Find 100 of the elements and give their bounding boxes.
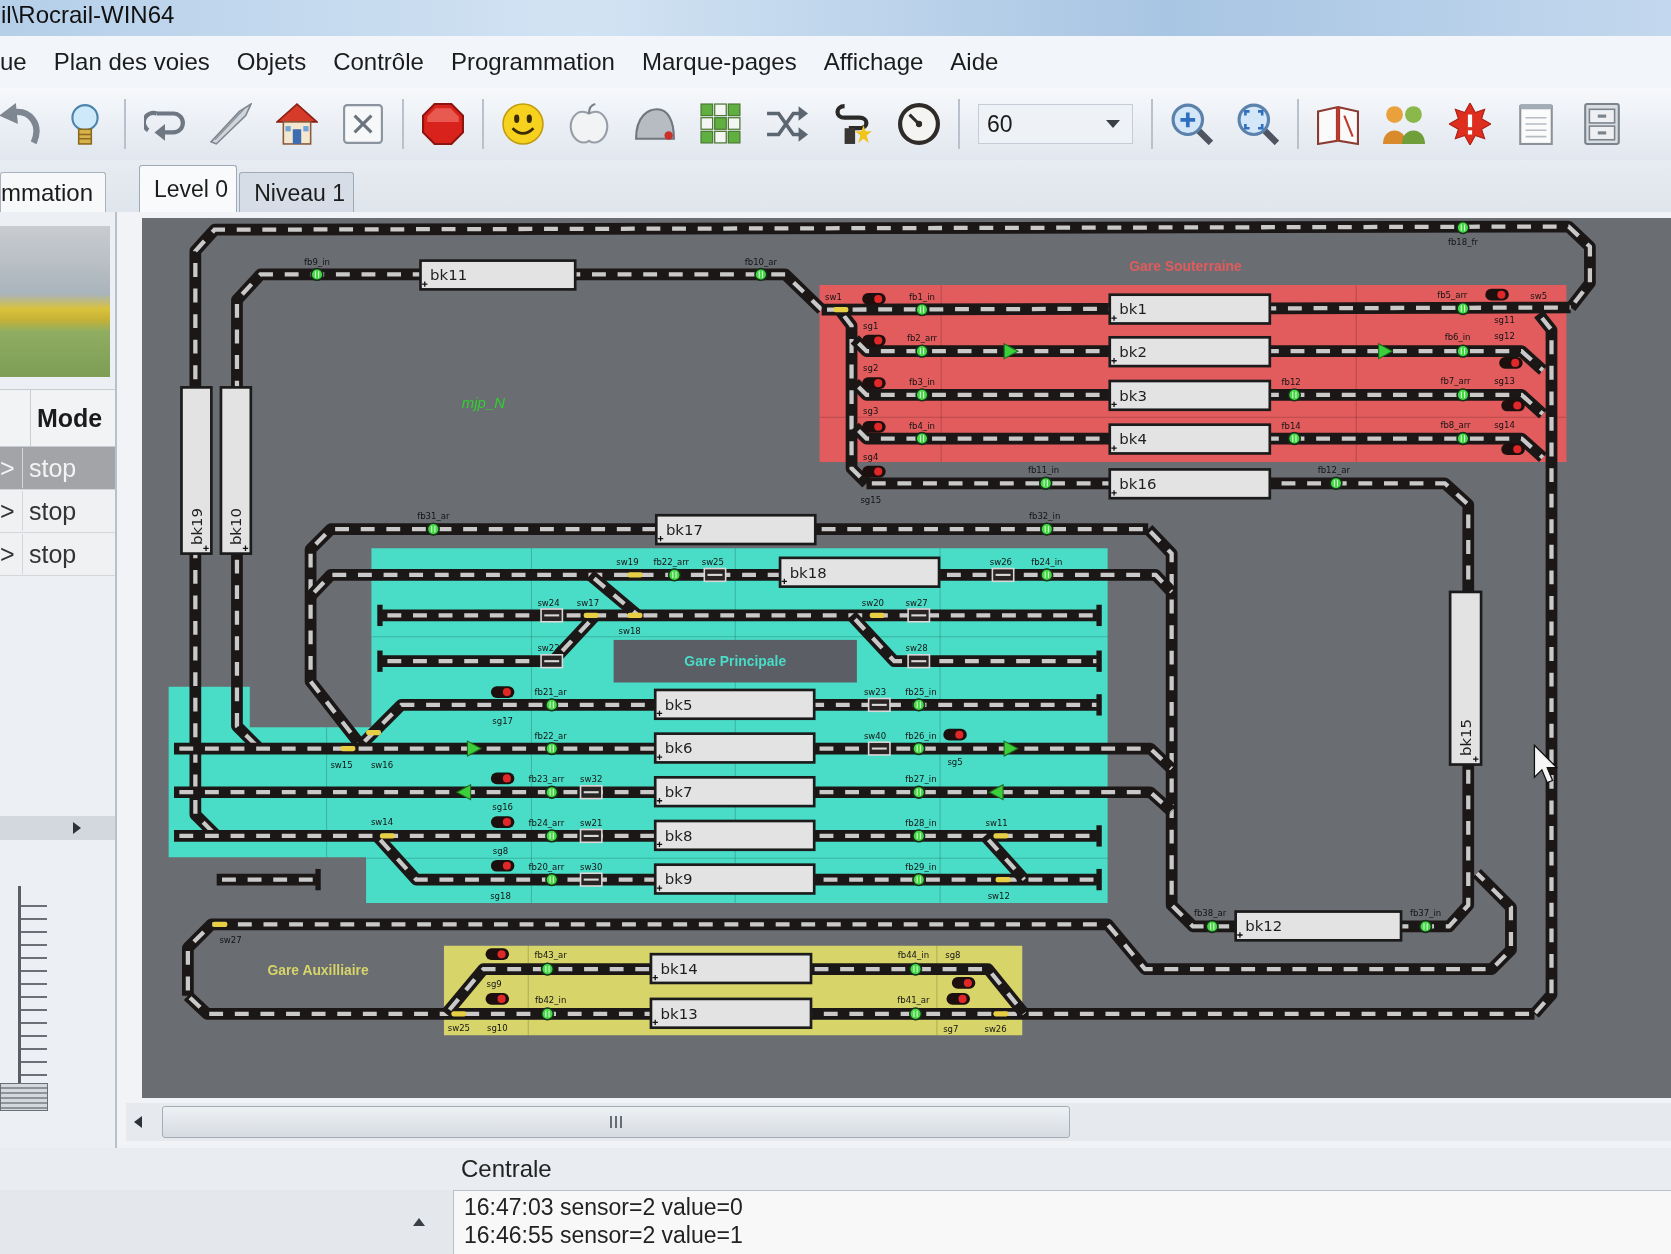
menu-item[interactable]: Affichage — [823, 48, 924, 76]
switch-marker-icon[interactable] — [833, 306, 849, 313]
sensor-icon[interactable] — [667, 568, 682, 582]
menu-item[interactable]: Aide — [950, 48, 999, 76]
sensor-icon[interactable] — [1456, 220, 1470, 235]
sensor-icon[interactable] — [1456, 344, 1470, 358]
sensor-icon[interactable] — [545, 698, 559, 712]
crossing-icon[interactable] — [867, 741, 891, 756]
menu-item[interactable]: Plan des voies — [53, 48, 210, 76]
switch-marker-icon[interactable] — [451, 1011, 467, 1017]
signal-icon[interactable] — [946, 993, 970, 1005]
crossing-icon[interactable] — [867, 697, 891, 713]
switch-marker-icon[interactable] — [583, 612, 599, 619]
menu-item[interactable]: Objets — [236, 48, 307, 76]
sensor-icon[interactable] — [1039, 476, 1053, 490]
table-row[interactable]: > stop — [0, 533, 115, 576]
zoom-fit-icon[interactable] — [1237, 103, 1279, 145]
signal-icon[interactable] — [862, 377, 886, 389]
cabinet-icon[interactable] — [1581, 103, 1623, 145]
curved-arrow-icon[interactable] — [0, 103, 40, 145]
sensor-icon[interactable] — [426, 522, 440, 536]
sensor-icon[interactable] — [545, 785, 559, 799]
people-icon[interactable] — [1383, 103, 1425, 145]
switch-marker-icon[interactable] — [869, 612, 885, 619]
tab[interactable]: Niveau 1 — [239, 172, 354, 212]
sensor-icon[interactable] — [540, 962, 555, 976]
signal-icon[interactable] — [951, 977, 976, 989]
menu-item[interactable]: Contrôle — [333, 48, 424, 76]
sensor-icon[interactable] — [1040, 568, 1054, 582]
sensor-icon[interactable] — [545, 829, 559, 843]
signal-icon[interactable] — [1499, 357, 1523, 369]
sensor-icon[interactable] — [1205, 919, 1219, 934]
sensor-icon[interactable] — [1040, 522, 1054, 536]
switch-marker-icon[interactable] — [993, 833, 1009, 839]
crossing-icon[interactable] — [579, 828, 603, 844]
block[interactable]: bk11 — [419, 259, 577, 291]
menu-item[interactable]: Marque-pages — [641, 48, 797, 76]
sensor-icon[interactable] — [915, 344, 929, 358]
signal-icon[interactable] — [490, 816, 515, 828]
block[interactable]: bk17 — [654, 513, 817, 546]
sensor-icon[interactable] — [1456, 431, 1470, 446]
switch-marker-icon[interactable] — [366, 729, 381, 736]
sensor-icon[interactable] — [1329, 476, 1343, 490]
crossing-icon[interactable] — [540, 654, 564, 669]
block[interactable]: bk19 — [180, 386, 213, 555]
sensor-icon[interactable] — [754, 267, 768, 282]
switch-marker-icon[interactable] — [340, 745, 356, 752]
tab[interactable]: Level 0 — [139, 165, 238, 212]
smiley-icon[interactable] — [502, 103, 544, 145]
block[interactable]: bk14 — [649, 952, 813, 985]
block[interactable]: bk1 — [1108, 293, 1272, 325]
sensor-icon[interactable] — [912, 829, 926, 843]
block[interactable]: bk5 — [653, 688, 816, 721]
sensor-icon[interactable] — [915, 302, 929, 317]
switch-marker-icon[interactable] — [627, 572, 643, 578]
caret-up-icon[interactable] — [413, 1218, 425, 1226]
dial-icon[interactable] — [898, 103, 940, 145]
block[interactable]: bk7 — [653, 776, 816, 808]
block[interactable]: bk8 — [653, 819, 816, 852]
sensor-icon[interactable] — [912, 872, 926, 887]
x-icon[interactable] — [342, 103, 384, 145]
hook-icon[interactable] — [832, 103, 874, 145]
menu-item[interactable]: Programmation — [450, 48, 615, 76]
switch-marker-icon[interactable] — [379, 833, 395, 839]
crossing-icon[interactable] — [540, 608, 564, 623]
zoom-in-icon[interactable] — [1171, 103, 1213, 145]
table-row[interactable]: > stop — [0, 490, 115, 533]
block[interactable]: bk15 — [1448, 590, 1483, 766]
switch-marker-icon[interactable] — [995, 876, 1011, 883]
block[interactable]: bk12 — [1234, 910, 1403, 942]
sensor-icon[interactable] — [545, 741, 559, 756]
menu-item[interactable]: ue — [0, 48, 27, 76]
signal-icon[interactable] — [485, 993, 510, 1005]
stop-sign-icon[interactable] — [422, 103, 464, 145]
sensor-icon[interactable] — [915, 431, 929, 446]
block[interactable]: bk3 — [1108, 379, 1272, 412]
sensor-icon[interactable] — [915, 388, 929, 402]
block[interactable]: bk18 — [778, 556, 941, 588]
sensor-icon[interactable] — [310, 267, 324, 282]
crossing-icon[interactable] — [579, 785, 603, 800]
block[interactable]: bk6 — [653, 732, 816, 764]
crossing-icon[interactable] — [991, 567, 1015, 583]
sensor-icon[interactable] — [540, 1007, 555, 1021]
scrollbar-thumb[interactable] — [162, 1106, 1070, 1138]
sensor-icon[interactable] — [545, 872, 559, 887]
panel-tab[interactable]: mmation — [0, 172, 106, 212]
book-icon[interactable] — [1317, 103, 1359, 145]
sensor-icon[interactable] — [912, 741, 926, 756]
slider-thumb[interactable] — [0, 1083, 48, 1111]
crossing-icon[interactable] — [907, 608, 931, 623]
sensor-icon[interactable] — [1456, 388, 1470, 402]
sensor-icon[interactable] — [912, 785, 926, 799]
crossing-icon[interactable] — [579, 872, 603, 887]
pen-icon[interactable] — [210, 103, 252, 145]
crossing-icon[interactable] — [907, 654, 931, 669]
signal-icon[interactable] — [490, 686, 515, 698]
sensor-icon[interactable] — [908, 1007, 923, 1021]
sensor-icon[interactable] — [1418, 919, 1433, 934]
house-icon[interactable] — [276, 103, 318, 145]
block[interactable]: bk16 — [1108, 468, 1272, 500]
